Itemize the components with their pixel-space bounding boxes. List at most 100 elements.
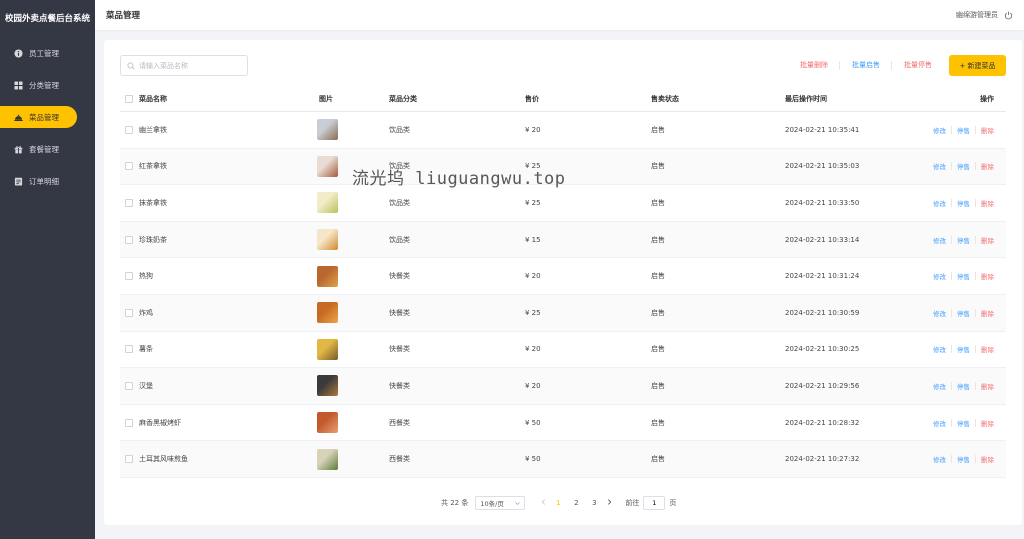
dish-category: 西餐类 [389,418,410,427]
chevron-left-icon [541,499,545,505]
toggle-sale-button[interactable]: 停售 [957,308,970,318]
toggle-sale-button[interactable]: 停售 [957,198,970,208]
table-row: 抹茶拿铁 饮品类 ¥ 25 启售 2024-02-21 10:33:50 修改 停售 删除 [120,185,1006,222]
toggle-sale-button[interactable]: 停售 [957,454,970,464]
select-all-checkbox[interactable] [125,95,133,103]
toggle-sale-button[interactable]: 停售 [957,418,970,428]
edit-button[interactable]: 修改 [933,344,946,354]
dish-name: 汉堡 [139,381,153,390]
toggle-sale-button[interactable]: 停售 [957,344,970,354]
toggle-sale-button[interactable]: 停售 [957,125,970,135]
dish-name: 热狗 [139,272,153,281]
current-user[interactable]: 幽绵游管理员 [956,10,998,20]
dish-updated-time: 2024-02-21 10:31:24 [785,272,860,281]
divider [951,198,952,207]
delete-button[interactable]: 删除 [981,418,994,428]
edit-button[interactable]: 修改 [933,161,946,171]
table-row: 薯条 快餐类 ¥ 20 启售 2024-02-21 10:30:25 修改 停售 删除 [120,332,1006,369]
edit-button[interactable]: 修改 [933,235,946,245]
page-number-3[interactable]: 3 [585,499,603,507]
dish-status: 启售 [651,308,665,317]
sidebar-item-dishes[interactable]: 菜品管理 [0,106,77,128]
row-checkbox[interactable] [125,455,133,464]
page-size-select[interactable]: 10条/页 [475,496,526,510]
row-checkbox[interactable] [125,162,133,171]
dish-price: ¥ 15 [525,235,541,244]
delete-button[interactable]: 删除 [981,271,994,281]
dish-status: 启售 [651,418,665,427]
delete-button[interactable]: 删除 [981,125,994,135]
new-dish-button[interactable]: + 新建菜品 [949,55,1006,76]
batch-enable-button[interactable]: 批量启售 [852,55,880,76]
delete-button[interactable]: 删除 [981,161,994,171]
search-input[interactable] [139,61,239,70]
row-checkbox[interactable] [125,235,133,244]
toggle-sale-button[interactable]: 停售 [957,271,970,281]
page-number-2[interactable]: 2 [567,499,585,507]
page-number-1[interactable]: 1 [549,499,567,507]
divider [951,272,952,281]
dish-price: ¥ 50 [525,455,541,464]
dish-thumbnail [317,155,338,177]
col-header-status: 售卖状态 [651,95,679,103]
divider [951,235,952,244]
table-row: 红茶拿铁 饮品类 ¥ 25 启售 2024-02-21 10:35:03 修改 停售 删除 [120,148,1006,186]
dish-updated-time: 2024-02-21 10:33:50 [785,198,860,207]
row-checkbox[interactable] [125,198,133,207]
edit-button[interactable]: 修改 [933,418,946,428]
row-checkbox[interactable] [125,272,133,281]
delete-button[interactable]: 删除 [981,308,994,318]
dish-table: 菜品名称 图片 菜品分类 售价 售卖状态 最后操作时间 操作 幽兰拿铁 饮品类 ¥ … [120,87,1006,478]
row-checkbox[interactable] [125,418,133,427]
delete-button[interactable]: 删除 [981,198,994,208]
prev-page-button[interactable] [537,499,549,507]
edit-button[interactable]: 修改 [933,125,946,135]
sidebar-item-combos[interactable]: 套餐管理 [0,138,77,160]
dish-status: 启售 [651,381,665,390]
row-checkbox[interactable] [125,381,133,390]
toggle-sale-button[interactable]: 停售 [957,381,970,391]
delete-button[interactable]: 删除 [981,344,994,354]
divider [975,381,976,390]
batch-delete-button[interactable]: 批量删除 [800,55,828,76]
edit-button[interactable]: 修改 [933,381,946,391]
dish-category: 饮品类 [389,162,410,171]
dish-price: ¥ 20 [525,125,541,134]
divider [951,418,952,427]
next-page-button[interactable] [603,499,615,507]
dish-category: 快餐类 [389,381,410,390]
delete-button[interactable]: 删除 [981,381,994,391]
divider [975,418,976,427]
divider [951,345,952,354]
divider [951,381,952,390]
sidebar-item-employees[interactable]: 员工管理 [0,42,77,64]
divider [975,272,976,281]
divider [951,455,952,464]
dish-price: ¥ 25 [525,308,541,317]
toggle-sale-button[interactable]: 停售 [957,161,970,171]
row-checkbox[interactable] [125,125,133,134]
delete-button[interactable]: 删除 [981,454,994,464]
delete-button[interactable]: 删除 [981,235,994,245]
row-checkbox[interactable] [125,308,133,317]
power-icon[interactable] [1004,11,1013,20]
sidebar-item-orders[interactable]: 订单明细 [0,170,77,192]
toggle-sale-button[interactable]: 停售 [957,235,970,245]
edit-button[interactable]: 修改 [933,271,946,281]
table-row: 麻香黑椒烤虾 西餐类 ¥ 50 启售 2024-02-21 10:28:32 修改 停售 删除 [120,405,1006,442]
batch-disable-button[interactable]: 批量停售 [904,55,932,76]
app-title: 校园外卖点餐后台系统 [5,14,91,24]
search-icon [127,61,135,69]
dish-status: 启售 [651,455,665,464]
goto-page-input[interactable] [643,496,666,510]
dish-updated-time: 2024-02-21 10:29:56 [785,381,860,390]
dish-name: 薯条 [139,345,153,354]
edit-button[interactable]: 修改 [933,198,946,208]
row-checkbox[interactable] [125,345,133,354]
dish-cloche-icon [14,113,23,122]
edit-button[interactable]: 修改 [933,454,946,464]
sidebar-item-categories[interactable]: 分类管理 [0,74,77,96]
search-box [120,55,248,76]
edit-button[interactable]: 修改 [933,308,946,318]
dish-updated-time: 2024-02-21 10:30:59 [785,308,860,317]
